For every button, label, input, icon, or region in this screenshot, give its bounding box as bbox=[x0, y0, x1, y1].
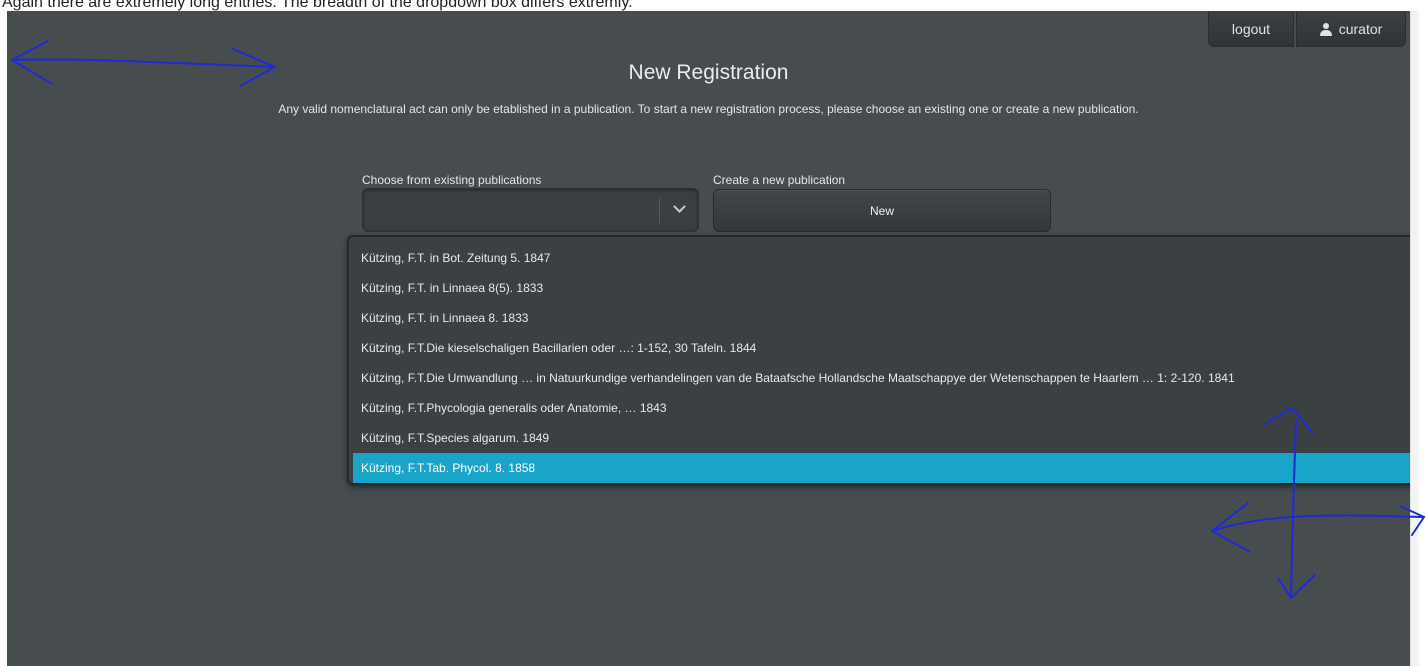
dropdown-option[interactable]: Kützing, F.T.Phycologia generalis oder A… bbox=[353, 393, 1410, 423]
user-name-label: curator bbox=[1338, 20, 1383, 37]
existing-publications-select[interactable] bbox=[362, 188, 699, 232]
create-publication-label: Create a new publication bbox=[713, 173, 846, 187]
dropdown-option[interactable]: Kützing, F.T. in Linnaea 8. 1833 bbox=[353, 303, 1410, 333]
chevron-down-icon[interactable] bbox=[673, 200, 686, 213]
top-bar: logout curator bbox=[1208, 11, 1406, 47]
publication-dropdown-list[interactable]: Kützing, F.T. in Bot. Zeitung 5. 1847 Küt… bbox=[347, 235, 1410, 485]
existing-publications-label: Choose from existing publications bbox=[362, 173, 542, 187]
dropdown-option[interactable]: Kützing, F.T.Die Umwandlung … in Natuurk… bbox=[353, 363, 1410, 393]
dropdown-option[interactable]: Kützing, F.T. in Linnaea 8(5). 1833 bbox=[353, 273, 1410, 303]
new-publication-button[interactable]: New bbox=[713, 189, 1051, 232]
page-title: New Registration bbox=[628, 61, 789, 84]
dropdown-option[interactable]: Kützing, F.T.Die kieselschaligen Bacilla… bbox=[353, 333, 1410, 363]
dropdown-option[interactable]: Kützing, F.T.Species algarum. 1849 bbox=[353, 423, 1410, 453]
logout-button[interactable]: logout bbox=[1208, 11, 1294, 47]
scrollbar[interactable] bbox=[1410, 11, 1419, 666]
app-window: logout curator New Registration Any vali… bbox=[7, 11, 1410, 666]
dropdown-option-selected[interactable]: Kützing, F.T.Tab. Phycol. 8. 1858 bbox=[353, 453, 1410, 483]
intro-text: Any valid nomenclatural act can only be … bbox=[278, 102, 1139, 116]
user-icon bbox=[1319, 22, 1332, 36]
select-divider bbox=[659, 197, 660, 223]
user-menu-button[interactable]: curator bbox=[1296, 11, 1406, 47]
dropdown-option[interactable]: Kützing, F.T. in Bot. Zeitung 5. 1847 bbox=[353, 243, 1410, 273]
